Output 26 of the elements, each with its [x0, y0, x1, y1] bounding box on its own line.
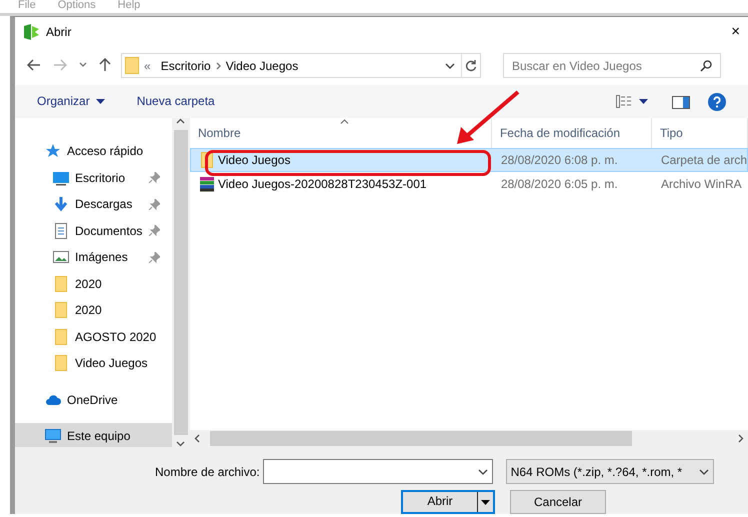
- open-split-button[interactable]: Abrir: [401, 490, 495, 514]
- file-type-dropdown[interactable]: N64 ROMs (*.zip, *.?64, *.rom, *: [506, 459, 714, 484]
- sidebar-item[interactable]: Documentos: [15, 218, 172, 244]
- breadcrumb-item[interactable]: Video Juegos: [220, 56, 304, 75]
- address-bar[interactable]: « Escritorio Video Juegos: [121, 53, 481, 78]
- overflow-chevron[interactable]: «: [139, 56, 156, 75]
- file-row[interactable]: Video Juegos 28/08/2020 6:08 p. m. Carpeta de arch: [190, 148, 748, 172]
- sidebar-section[interactable]: Acceso rápido: [15, 138, 172, 164]
- sidebar-section[interactable]: OneDrive: [15, 386, 172, 413]
- close-button[interactable]: ×: [731, 24, 740, 40]
- breadcrumb-item[interactable]: Escritorio: [156, 56, 216, 75]
- search-field[interactable]: Buscar en Video Juegos: [503, 53, 721, 78]
- sidebar-item[interactable]: Descargas: [15, 191, 172, 218]
- sidebar-item[interactable]: AGOSTO 2020: [15, 324, 172, 350]
- organize-button[interactable]: Organizar: [37, 92, 105, 110]
- file-row[interactable]: Video Juegos-20200828T230453Z-001 28/08/2020 6:05 p. m. Archivo WinRA: [190, 172, 748, 196]
- new-folder-button[interactable]: Nueva carpeta: [136, 92, 215, 110]
- filename-label: Nombre de archivo:: [155, 464, 260, 480]
- sidebar-item[interactable]: Imágenes: [15, 244, 172, 270]
- sidebar-item[interactable]: Escritorio: [15, 164, 172, 191]
- window-title: Abrir: [46, 24, 72, 41]
- sidebar-item[interactable]: Video Juegos: [15, 350, 172, 376]
- sidebar-item[interactable]: 2020: [15, 297, 172, 324]
- search-placeholder: Buscar en Video Juegos: [512, 58, 642, 75]
- cancel-button[interactable]: Cancelar: [510, 490, 606, 514]
- sidebar-item[interactable]: 2020: [15, 270, 172, 297]
